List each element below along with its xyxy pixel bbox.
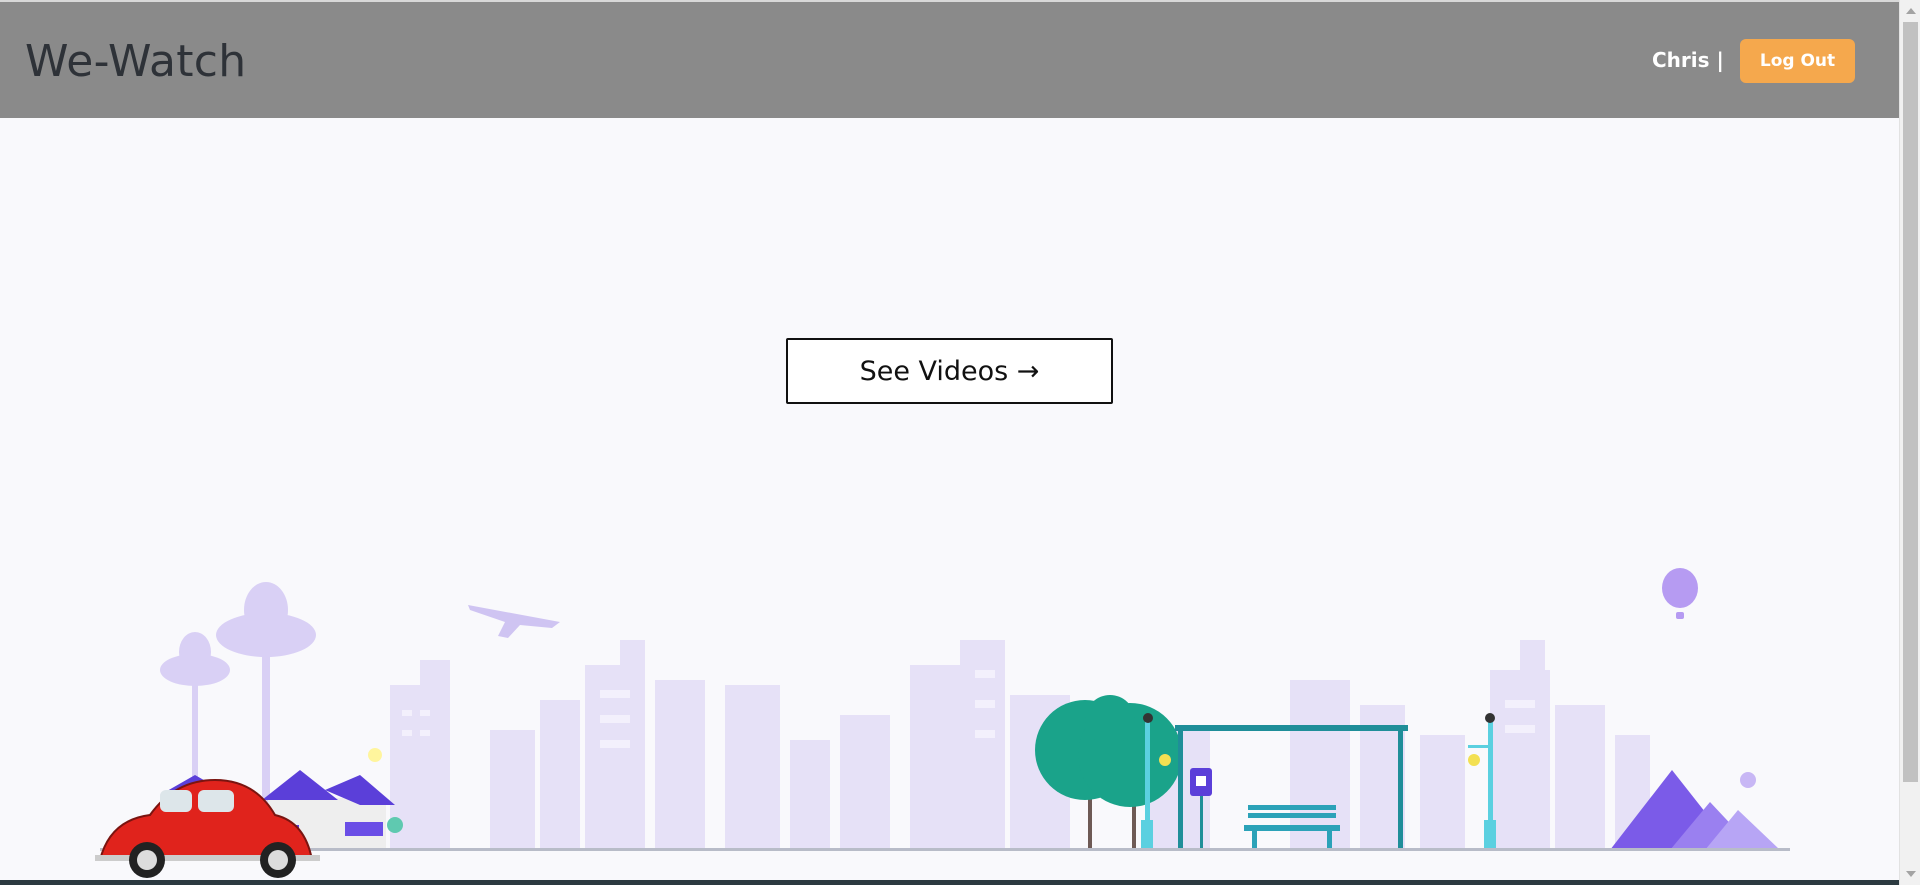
street-lamp-icon xyxy=(1468,713,1496,850)
see-videos-button[interactable]: See Videos → xyxy=(786,338,1113,404)
hot-air-balloon-icon xyxy=(1662,568,1698,619)
brand-title[interactable]: We-Watch xyxy=(25,36,246,87)
logout-button[interactable]: Log Out xyxy=(1740,39,1855,83)
top-navbar: We-Watch Chris | Log Out xyxy=(0,0,1899,118)
scroll-down-icon[interactable] xyxy=(1906,871,1916,877)
city-skyline-icon xyxy=(390,640,1650,850)
bottom-strip xyxy=(0,880,1899,885)
scroll-thumb[interactable] xyxy=(1903,22,1918,782)
airplane-icon xyxy=(468,605,560,638)
city-illustration xyxy=(95,568,1790,878)
user-name: Chris | xyxy=(1652,48,1724,72)
vertical-scrollbar[interactable] xyxy=(1899,0,1920,885)
scroll-up-icon[interactable] xyxy=(1906,8,1916,14)
